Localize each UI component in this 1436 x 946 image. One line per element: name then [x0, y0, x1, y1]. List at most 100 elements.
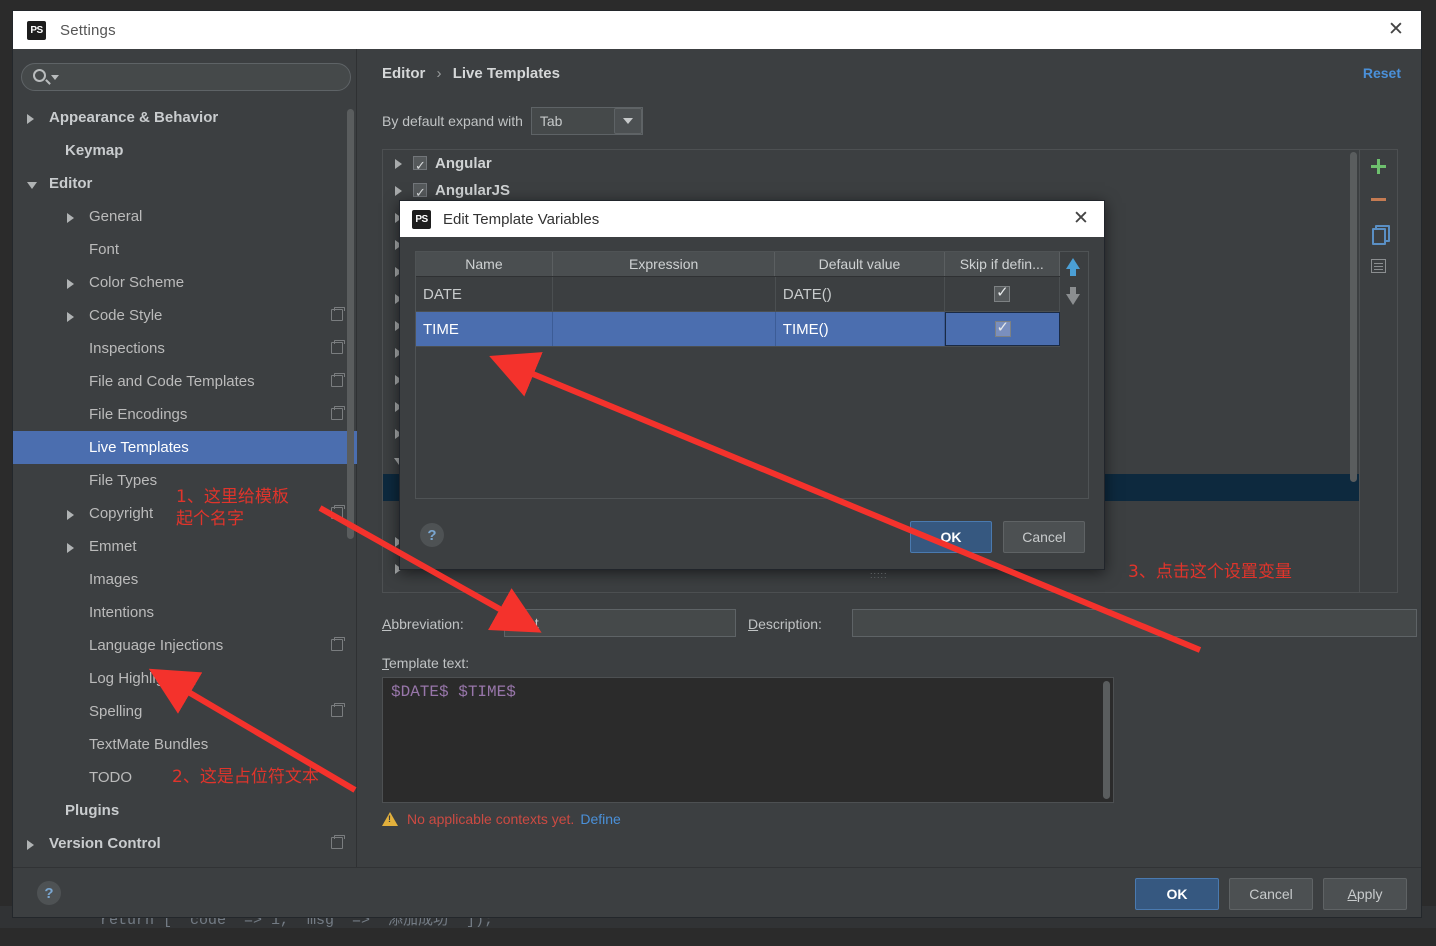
sidebar-scrollbar[interactable]: [347, 109, 354, 539]
column-header[interactable]: Skip if defin...: [945, 252, 1060, 276]
window-title: Settings: [60, 21, 116, 39]
dialog-ok-button[interactable]: OK: [910, 521, 992, 553]
sidebar-item-label: Editor: [49, 175, 93, 192]
group-checkbox[interactable]: [413, 153, 427, 180]
arrow-down-icon[interactable]: [1066, 287, 1080, 305]
search-input[interactable]: [66, 64, 346, 90]
default-expand-select[interactable]: Tab: [530, 107, 643, 135]
breadcrumb-parent[interactable]: Editor: [382, 65, 425, 82]
variable-skip-cell[interactable]: [945, 312, 1060, 346]
disclosure-right-icon[interactable]: [395, 186, 402, 196]
disclosure-right-icon[interactable]: [67, 312, 74, 322]
warning-icon: [382, 812, 398, 826]
templates-scrollbar[interactable]: [1350, 152, 1357, 482]
sidebar-item-plugins[interactable]: Plugins: [13, 794, 357, 827]
sidebar-item-version-control[interactable]: Version Control: [13, 827, 357, 860]
template-group-row[interactable]: Angular: [383, 150, 1361, 180]
sidebar-item-label: Keymap: [65, 142, 124, 159]
column-header[interactable]: Default value: [775, 252, 945, 276]
column-header[interactable]: Name: [416, 252, 553, 276]
sidebar-item-spelling[interactable]: Spelling: [13, 695, 357, 728]
dialog-title: Edit Template Variables: [443, 210, 600, 228]
sidebar-item-language-injections[interactable]: Language Injections: [13, 629, 357, 662]
apply-button[interactable]: Apply: [1323, 878, 1407, 910]
disclosure-down-icon[interactable]: [27, 182, 37, 194]
disclosure-right-icon[interactable]: [67, 510, 74, 520]
disclosure-right-icon[interactable]: [27, 840, 34, 850]
chevron-down-icon[interactable]: [613, 108, 642, 134]
copy-settings-icon: [331, 373, 345, 387]
column-header[interactable]: Expression: [553, 252, 776, 276]
skip-if-defined-checkbox[interactable]: [994, 318, 1011, 337]
resize-grip[interactable]: :::::: [870, 570, 900, 580]
variables-table-header: Name Expression Default value Skip if defin…: [416, 252, 1060, 277]
close-icon[interactable]: ✕: [1070, 208, 1092, 230]
help-icon[interactable]: ?: [420, 523, 444, 547]
variable-expression-cell[interactable]: [553, 277, 776, 311]
reset-link[interactable]: Reset: [1363, 65, 1401, 81]
sidebar-item-general[interactable]: General: [13, 200, 357, 233]
add-icon: [1371, 159, 1386, 174]
chevron-down-icon[interactable]: [51, 75, 59, 80]
disclosure-right-icon[interactable]: [67, 543, 74, 553]
sidebar-item-label: Inspections: [89, 340, 165, 357]
sidebar-item-textmate-bundles[interactable]: TextMate Bundles: [13, 728, 357, 761]
sidebar-item-appearance-behavior[interactable]: Appearance & Behavior: [13, 101, 357, 134]
sidebar-item-emmet[interactable]: Emmet: [13, 530, 357, 563]
variable-name-cell[interactable]: TIME: [416, 312, 554, 346]
disclosure-right-icon[interactable]: [27, 114, 34, 124]
sidebar-item-copyright[interactable]: Copyright: [13, 497, 357, 530]
sidebar-item-editor[interactable]: Editor: [13, 167, 357, 200]
variables-table-wrapper: Name Expression Default value Skip if defin…: [415, 251, 1089, 499]
sidebar-item-label: TextMate Bundles: [89, 736, 209, 753]
sidebar-item-live-templates[interactable]: Live Templates: [13, 431, 357, 464]
disclosure-right-icon[interactable]: [67, 279, 74, 289]
dialog-cancel-button[interactable]: Cancel: [1003, 521, 1085, 553]
change-context-button[interactable]: [1360, 249, 1397, 282]
skip-if-defined-checkbox[interactable]: [994, 283, 1011, 302]
sidebar-item-font[interactable]: Font: [13, 233, 357, 266]
disclosure-right-icon[interactable]: [395, 159, 402, 169]
variable-expression-cell[interactable]: [553, 312, 776, 346]
help-icon[interactable]: ?: [37, 881, 61, 905]
context-warning: No applicable contexts yet. Define: [382, 811, 621, 827]
default-expand-label: By default expand with: [382, 113, 523, 129]
sidebar-item-label: File Types: [89, 472, 158, 489]
copy-settings-icon: [331, 505, 345, 519]
sidebar-item-file-and-code-templates[interactable]: File and Code Templates: [13, 365, 357, 398]
template-text-editor[interactable]: $DATE$ $TIME$: [382, 677, 1114, 803]
sidebar-item-intentions[interactable]: Intentions: [13, 596, 357, 629]
abbreviation-input[interactable]: [504, 609, 736, 637]
sidebar-item-log-highlighting[interactable]: Log Highlighting: [13, 662, 357, 695]
group-checkbox[interactable]: [413, 180, 427, 207]
duplicate-template-button[interactable]: [1360, 216, 1397, 249]
arrow-up-icon[interactable]: [1066, 258, 1080, 276]
search-box[interactable]: [21, 63, 351, 91]
sidebar-item-keymap[interactable]: Keymap: [13, 134, 357, 167]
variable-default-cell[interactable]: DATE(): [776, 277, 946, 311]
define-context-link[interactable]: Define: [580, 811, 620, 827]
sidebar-item-inspections[interactable]: Inspections: [13, 332, 357, 365]
disclosure-right-icon[interactable]: [67, 213, 74, 223]
editor-scrollbar[interactable]: [1103, 681, 1110, 799]
sidebar-item-file-types[interactable]: File Types: [13, 464, 357, 497]
sidebar-item-label: Live Templates: [89, 439, 189, 456]
variable-skip-cell[interactable]: [945, 277, 1060, 311]
cancel-button[interactable]: Cancel: [1229, 878, 1313, 910]
sidebar-item-file-encodings[interactable]: File Encodings: [13, 398, 357, 431]
sidebar-item-code-style[interactable]: Code Style: [13, 299, 357, 332]
sidebar-item-color-scheme[interactable]: Color Scheme: [13, 266, 357, 299]
variable-name-cell[interactable]: DATE: [416, 277, 554, 311]
ok-button[interactable]: OK: [1135, 878, 1219, 910]
sidebar-item-label: Copyright: [89, 505, 154, 522]
variable-row[interactable]: TIME TIME(): [416, 312, 1060, 347]
close-icon[interactable]: ✕: [1385, 19, 1407, 41]
variable-row[interactable]: DATE DATE(): [416, 277, 1060, 312]
sidebar-item-images[interactable]: Images: [13, 563, 357, 596]
description-input[interactable]: [852, 609, 1417, 637]
settings-sidebar: Appearance & Behavior Keymap Editor General…: [13, 49, 357, 869]
variable-default-cell[interactable]: TIME(): [776, 312, 946, 346]
add-template-button[interactable]: [1360, 150, 1397, 183]
remove-template-button[interactable]: [1360, 183, 1397, 216]
sidebar-item-todo[interactable]: TODO: [13, 761, 357, 794]
